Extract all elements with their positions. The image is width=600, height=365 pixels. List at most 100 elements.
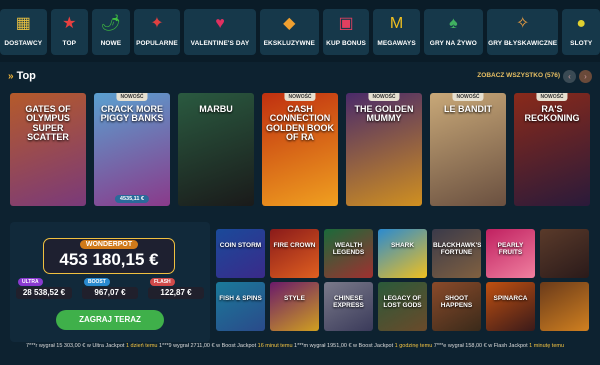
wonderpot-jackpot: WONDERPOT 453 180,15 € (43, 238, 175, 274)
flash-amount: 122,87 € (148, 287, 204, 299)
jackpot-amount-badge: 4535,11 € (114, 195, 150, 203)
ultra-label: ULTRA (18, 278, 43, 286)
live-icon: ♠ (449, 15, 458, 32)
play-now-button[interactable]: ZAGRAJ TERAZ (56, 310, 164, 330)
category-label: GRY NA ŻYWO (429, 40, 477, 47)
jackpot-game-tile[interactable]: WEALTH LEGENDS (324, 229, 373, 278)
winner-entry: 7***e wygrał 158,00 € w Flash Jackpot 1 … (434, 343, 564, 349)
winner-text: 1***m wygrał 1951,00 € w Boost Jackpot (294, 343, 395, 349)
category-label: TOP (62, 40, 77, 47)
top-games-row: GATES OF OLYMPUS SUPER SCATTER CRACK MORE… (10, 93, 590, 206)
game-title: RA'S RECKONING (524, 104, 580, 124)
game-title: CASH CONNECTION GOLDEN BOOK OF RA (265, 104, 334, 143)
flash-label: FLASH (150, 278, 175, 286)
game-title: MARBU (199, 104, 233, 114)
category-kup-bonus[interactable]: ▣ KUP BONUS (322, 9, 370, 55)
jackpot-game-tile[interactable] (540, 229, 589, 278)
jackpot-game-tile[interactable]: LEGACY OF LOST GODS (378, 282, 427, 331)
category-label: GRY BŁYSKAWICZNE (488, 40, 558, 47)
see-all-link[interactable]: ZOBACZ WSZYSTKO (576) (477, 72, 560, 79)
wonderpot-label: WONDERPOT (79, 240, 139, 249)
new-badge: NOWOŚĆ (368, 93, 400, 101)
jackpot-game-tile[interactable]: SHARK (378, 229, 427, 278)
jackpot-game-tile[interactable]: PEARLY FRUITS (486, 229, 535, 278)
jackpot-game-tile[interactable]: COIN STORM (216, 229, 265, 278)
top-section-header: » Top ZOBACZ WSZYSTKO (576) ‹ › (8, 70, 592, 84)
category-dostawcy[interactable]: ▦ DOSTAWCY (0, 9, 47, 55)
game-tile[interactable]: CASH CONNECTION GOLDEN BOOK OF RA NOWOŚĆ (262, 93, 338, 206)
chevron-right-icon: » (8, 70, 14, 82)
jackpot-game-tile[interactable]: BLACKHAWK'S FORTUNE (432, 229, 481, 278)
game-title: LEGACY OF LOST GODS (383, 295, 422, 309)
carousel-next-button[interactable]: › (579, 70, 592, 83)
game-title: CHINESE EXPRESS (333, 295, 364, 309)
category-top[interactable]: ★ TOP (50, 9, 89, 55)
category-label: VALENTINE'S DAY (190, 40, 250, 47)
game-title: BLACKHAWK'S FORTUNE (433, 242, 481, 256)
jackpot-game-tile[interactable]: SPINARCA (486, 282, 535, 331)
winner-text: 7***e wygrał 158,00 € w Flash Jackpot (433, 343, 530, 349)
game-title: STYLE (284, 295, 305, 302)
game-title: SPINARCA (493, 295, 528, 302)
category-label: NOWE (100, 40, 122, 47)
category-label: KUP BONUS (326, 40, 366, 47)
chevron-left-icon: ‹ (568, 72, 571, 81)
jackpot-panel: WONDERPOT 453 180,15 € ULTRA 28 538,52 €… (10, 222, 210, 342)
winner-time: 1 minutę temu (529, 343, 565, 349)
category-sloty[interactable]: ● SLOTY (562, 9, 600, 55)
category-nowe[interactable]: 🌶 NOWE (92, 9, 130, 55)
jackpot-game-tile[interactable]: SHOOT HAPPENS (432, 282, 481, 331)
winner-entry: 7***r wygrał 15 303,00 € w Ultra Jackpot… (26, 343, 159, 349)
winner-time: 1 dzień temu (125, 343, 158, 349)
category-megaways[interactable]: M MEGAWAYS (373, 9, 420, 55)
new-badge: NOWOŚĆ (284, 93, 316, 101)
game-title: CRACK MORE PIGGY BANKS (100, 104, 164, 124)
boost-jackpot: BOOST 967,07 € (82, 278, 138, 300)
popular-icon: ✦ (150, 15, 164, 32)
providers-icon: ▦ (15, 15, 31, 32)
jackpot-game-tile[interactable] (540, 282, 589, 331)
winners-ticker: 7***r wygrał 15 303,00 € w Ultra Jackpot… (26, 343, 600, 349)
category-label: MEGAWAYS (377, 40, 416, 47)
top-section-title: » Top (8, 70, 36, 82)
game-title: THE GOLDEN MUMMY (354, 104, 414, 124)
winner-time: 16 minut temu (257, 343, 293, 349)
chevron-right-icon: › (584, 72, 587, 81)
carousel-prev-button[interactable]: ‹ (563, 70, 576, 83)
jackpot-game-tile[interactable]: FISH & SPINS (216, 282, 265, 331)
winner-text: 7***r wygrał 15 303,00 € w Ultra Jackpot (26, 343, 126, 349)
category-ekskluzywne[interactable]: ◆ EKSKLUZYWNE (259, 9, 319, 55)
new-badge: NOWOŚĆ (116, 93, 148, 101)
flash-jackpot: FLASH 122,87 € (148, 278, 204, 300)
category-bar: ▦ DOSTAWCY ★ TOP 🌶 NOWE ✦ POPULARNE ♥ VALENTINE'S… (0, 0, 600, 62)
winner-entry: 1***m wygrał 1951,00 € w Boost Jackpot 1… (294, 343, 434, 349)
game-title: SHARK (390, 242, 415, 249)
boost-label: BOOST (84, 278, 110, 286)
game-title: LE BANDIT (444, 104, 492, 114)
winner-time: 1 godzinę temu (394, 343, 433, 349)
megaways-icon: M (389, 15, 404, 32)
game-tile[interactable]: MARBU (178, 93, 254, 206)
boost-amount: 967,07 € (82, 287, 138, 299)
category-valentine-s-day[interactable]: ♥ VALENTINE'S DAY (184, 9, 256, 55)
category-label: POPULARNE (136, 40, 178, 47)
lightning-icon: ✧ (515, 15, 530, 32)
game-tile[interactable]: LE BANDIT NOWOŚĆ (430, 93, 506, 206)
ultra-jackpot: ULTRA 28 538,52 € (16, 278, 72, 300)
game-tile[interactable]: RA'S RECKONING NOWOŚĆ (514, 93, 590, 206)
category-label: DOSTAWCY (4, 40, 43, 47)
game-title: COIN STORM (219, 242, 262, 249)
jackpot-game-tile[interactable]: STYLE (270, 282, 319, 331)
jackpot-game-tile[interactable]: CHINESE EXPRESS (324, 282, 373, 331)
new-badge: NOWOŚĆ (452, 93, 484, 101)
winner-text: 1***9 wygrał 2711,00 € w Boost Jackpot (159, 343, 258, 349)
category-popularne[interactable]: ✦ POPULARNE (133, 9, 181, 55)
winner-entry: 1***9 wygrał 2711,00 € w Boost Jackpot 1… (159, 343, 294, 349)
game-tile[interactable]: GATES OF OLYMPUS SUPER SCATTER (10, 93, 86, 206)
jackpot-game-tile[interactable]: FIRE CROWN (270, 229, 319, 278)
game-tile[interactable]: CRACK MORE PIGGY BANKS NOWOŚĆ 4535,11 € (94, 93, 170, 206)
category-gry-błyskawiczne[interactable]: ✧ GRY BŁYSKAWICZNE (486, 9, 559, 55)
game-title: SHOOT HAPPENS (440, 295, 473, 309)
category-gry-na-żywo[interactable]: ♠ GRY NA ŻYWO (423, 9, 483, 55)
game-tile[interactable]: THE GOLDEN MUMMY NOWOŚĆ (346, 93, 422, 206)
